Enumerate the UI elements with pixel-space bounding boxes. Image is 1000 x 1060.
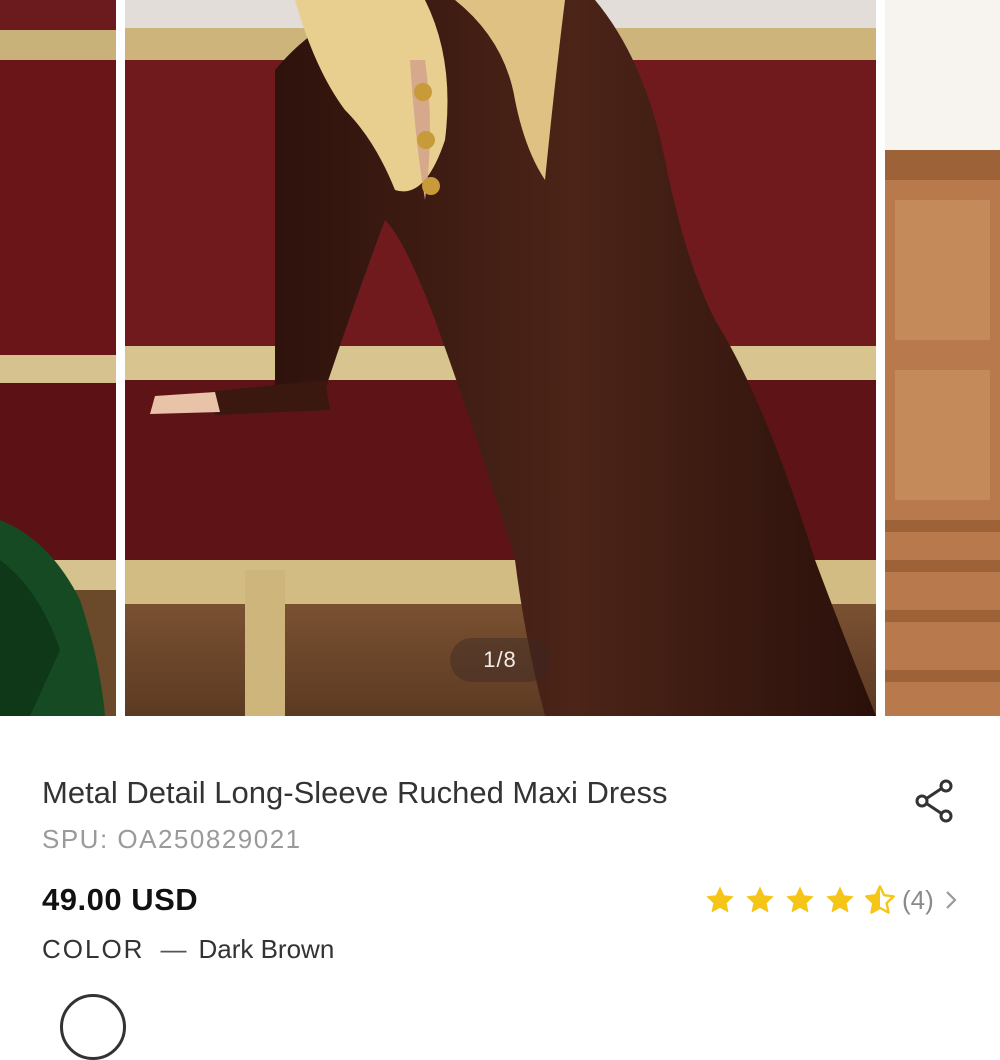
- product-price: 49.00 USD: [42, 882, 199, 917]
- product-title: Metal Detail Long-Sleeve Ruched Maxi Dre…: [42, 775, 668, 810]
- star-icon: [706, 886, 734, 913]
- gallery-slide-current[interactable]: [125, 0, 876, 716]
- star-icon: [786, 886, 814, 913]
- wood-panel-photo: [885, 0, 1000, 716]
- image-gallery[interactable]: 1/8: [0, 0, 1000, 716]
- gallery-slide-next[interactable]: [885, 0, 1000, 716]
- color-swatch[interactable]: [60, 994, 126, 1060]
- rating-summary[interactable]: (4): [704, 880, 960, 920]
- color-separator: —: [160, 934, 187, 964]
- star-icon: [746, 886, 774, 913]
- product-spu: SPU: OA250829021: [42, 824, 302, 854]
- color-selector-label: COLOR — Dark Brown: [42, 934, 334, 965]
- brown-dress-photo: [125, 0, 876, 716]
- share-button[interactable]: [910, 776, 960, 826]
- color-label: COLOR: [42, 934, 145, 964]
- review-count: (4): [902, 884, 934, 915]
- star-half-icon: [865, 885, 895, 914]
- rating-stars: [704, 884, 896, 916]
- green-dress-photo: [0, 0, 116, 716]
- star-icon: [826, 886, 854, 913]
- gallery-counter: 1/8: [450, 638, 550, 682]
- gallery-slide-previous[interactable]: [0, 0, 116, 716]
- share-icon: [915, 779, 953, 823]
- color-value: Dark Brown: [198, 934, 335, 964]
- chevron-right-icon: [946, 891, 957, 909]
